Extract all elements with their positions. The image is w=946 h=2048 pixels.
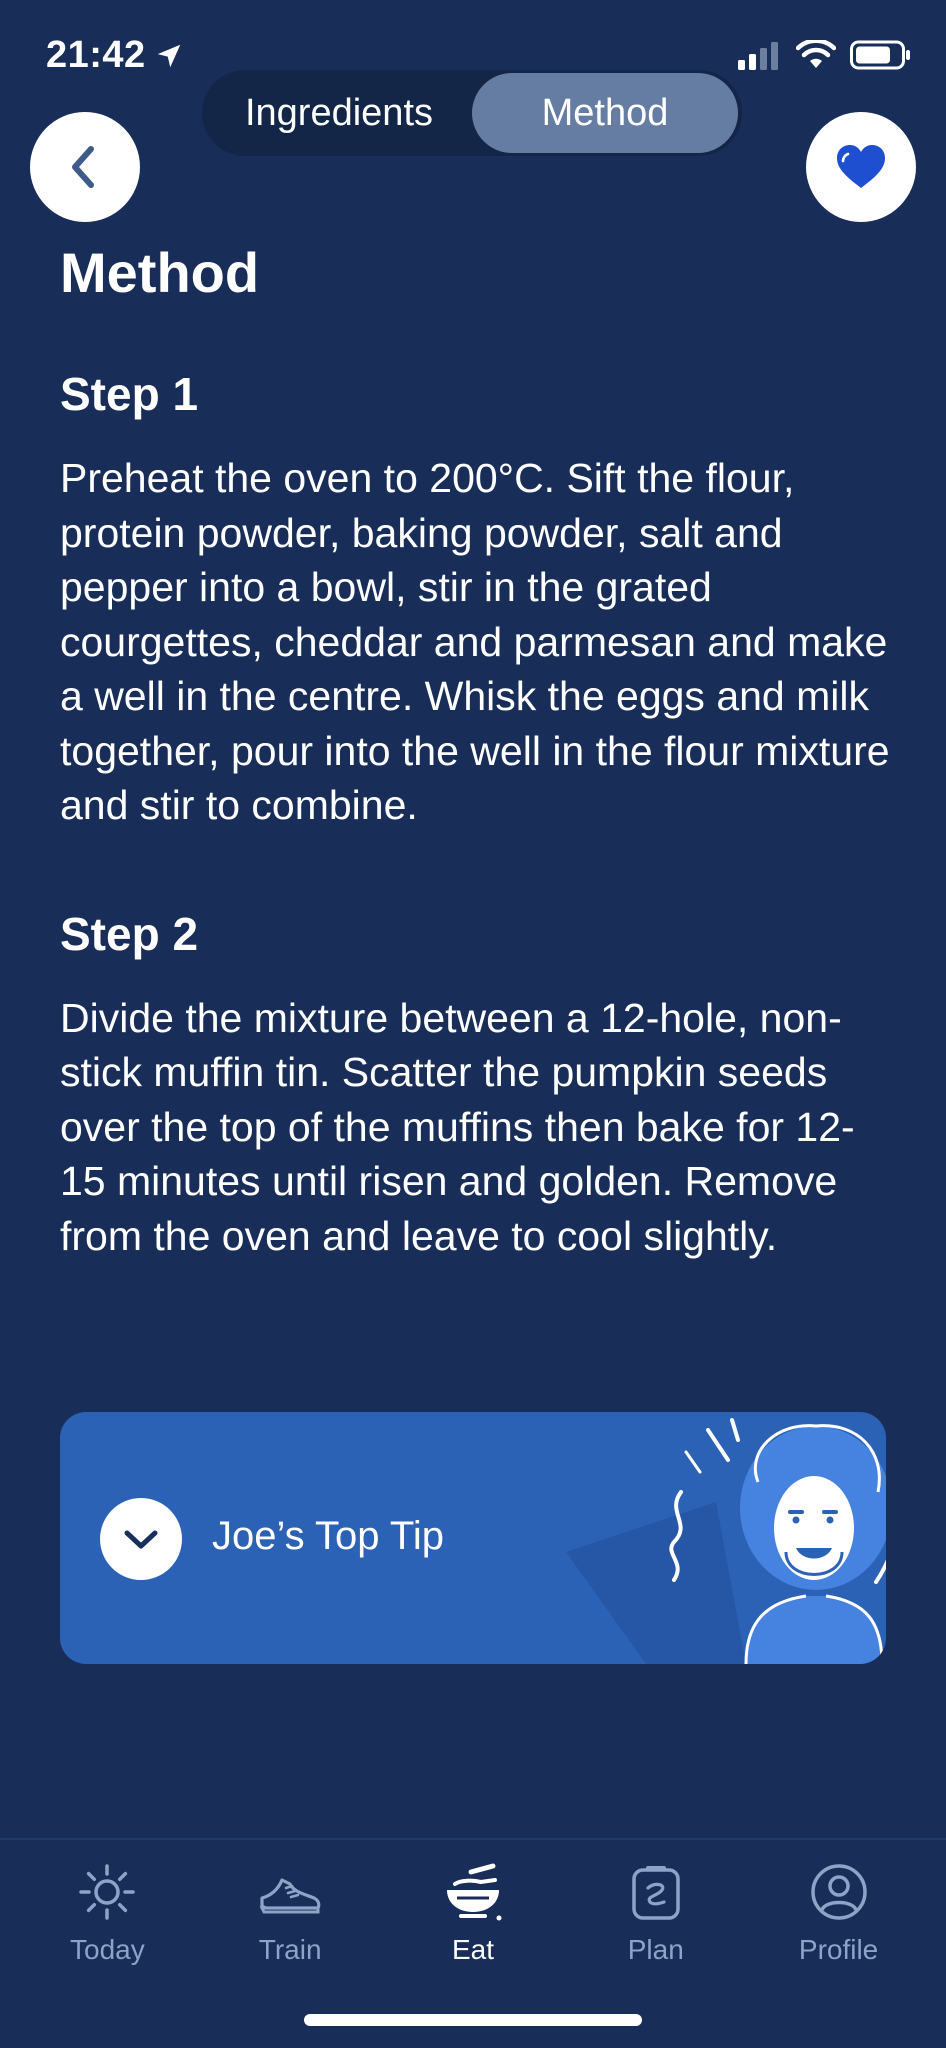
- tab-method[interactable]: Method: [472, 73, 738, 153]
- tip-label: Joe’s Top Tip: [212, 1514, 445, 1558]
- method-content: Method Step 1 Preheat the oven to 200°C.…: [60, 240, 890, 1337]
- cellular-signal-icon: [738, 42, 778, 70]
- step-title: Step 2: [60, 907, 199, 960]
- tab-label: Today: [70, 1934, 145, 1965]
- page-title: Method: [60, 241, 260, 304]
- tab-profile[interactable]: Profile: [759, 1840, 919, 2048]
- ingredients-method-switch: Ingredients Method: [202, 70, 742, 156]
- tab-label: Plan: [627, 1934, 684, 1965]
- step-text: Preheat the oven to 200°C. Sift the flou…: [60, 455, 890, 828]
- status-indicators: [738, 40, 912, 70]
- profile-icon: [807, 1860, 871, 1924]
- step-block-1: Step 1 Preheat the oven to 200°C. Sift t…: [60, 367, 890, 833]
- location-arrow-icon: [157, 44, 180, 67]
- chevron-left-icon: [72, 146, 94, 188]
- bowl-icon: [441, 1860, 505, 1924]
- tab-label: Train: [258, 1934, 322, 1965]
- battery-icon: [850, 40, 910, 70]
- status-time: 21:42: [46, 34, 184, 77]
- tab-label: Profile: [798, 1934, 879, 1965]
- tab-ingredients[interactable]: Ingredients: [206, 73, 472, 153]
- tab-label: Eat: [451, 1934, 494, 1965]
- heart-icon: [837, 145, 885, 188]
- step-text: Divide the mixture between a 12-hole, no…: [60, 994, 855, 1259]
- wifi-icon: [796, 40, 836, 68]
- chef-illustration-icon: [566, 1418, 886, 1664]
- sun-icon: [75, 1860, 139, 1924]
- step-title: Step 1: [60, 368, 199, 420]
- shoe-icon: [258, 1860, 322, 1924]
- top-tip-card[interactable]: Joe’s Top Tip: [60, 1412, 886, 1664]
- chevron-down-icon: [124, 1530, 158, 1549]
- tab-today[interactable]: Today: [27, 1840, 187, 2048]
- back-button[interactable]: [30, 112, 140, 222]
- favorite-button[interactable]: [806, 112, 916, 222]
- home-indicator[interactable]: [304, 2014, 642, 2026]
- expand-tip-button[interactable]: [100, 1498, 182, 1580]
- step-block-2: Step 2 Divide the mixture between a 12-h…: [60, 907, 890, 1264]
- clipboard-icon: [624, 1860, 688, 1924]
- status-time-text: 21:42: [46, 34, 146, 76]
- recipe-method-screen: 21:42 Ingredients Method Method Step 1 P…: [0, 0, 946, 2048]
